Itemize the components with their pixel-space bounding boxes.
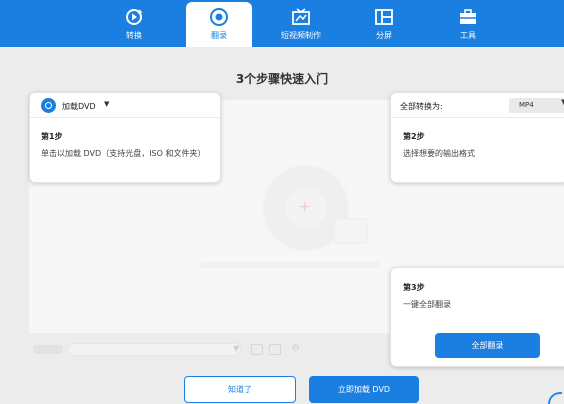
step1-desc: 单击以加载 DVD（支持光盘，ISO 和文件夹） — [41, 149, 206, 158]
tab-split-screen[interactable]: 分屏 — [351, 0, 417, 47]
folder-icon — [251, 344, 263, 355]
got-it-button[interactable]: 知道了 — [184, 376, 296, 403]
disc-box-icon — [334, 218, 368, 244]
chevron-down-icon: ▼ — [104, 100, 110, 108]
step2-tip-card: 全部转换为: MP4 ▼ 第2步 选择想要的输出格式 — [390, 92, 564, 183]
disc-icon — [41, 98, 56, 113]
step2-title: 第2步 — [403, 132, 425, 141]
step2-desc: 选择想要的输出格式 — [403, 149, 475, 158]
top-nav-bar: 转换 翻录 短视频制作 分屏 工具 — [0, 0, 564, 47]
toolbox-icon — [460, 9, 476, 24]
page-title: 3个步骤快速入门 — [235, 72, 329, 86]
tab-tools[interactable]: 工具 — [435, 0, 501, 47]
convert-icon — [126, 9, 143, 25]
rip-all-button[interactable]: 全部翻录 — [435, 333, 540, 358]
hardware-accel-icon — [269, 344, 281, 355]
output-path-field — [67, 343, 241, 356]
video-tv-icon — [292, 8, 310, 25]
format-select[interactable]: MP4 — [509, 98, 564, 113]
tab-rip[interactable]: 翻录 — [186, 2, 252, 47]
load-dvd-now-button[interactable]: 立即加载 DVD — [309, 376, 419, 403]
tab-convert[interactable]: 转换 — [101, 0, 167, 47]
step1-title: 第1步 — [41, 132, 63, 141]
step3-desc: 一键全部翻录 — [403, 300, 451, 309]
tab-short-video[interactable]: 短视频制作 — [268, 0, 334, 47]
tab-split-screen-label: 分屏 — [376, 31, 392, 40]
tab-convert-label: 转换 — [126, 31, 142, 40]
placeholder-text-line — [200, 262, 380, 268]
tab-tools-label: 工具 — [460, 31, 476, 40]
tab-short-video-label: 短视频制作 — [281, 31, 321, 40]
step3-tip-card: 第3步 一键全部翻录 全部翻录 — [390, 267, 564, 367]
convert-all-label: 全部转换为: — [400, 102, 443, 111]
chevron-down-icon: ▼ — [233, 344, 240, 353]
plus-icon: + — [299, 199, 311, 215]
convert-all-row: 全部转换为: MP4 ▼ — [391, 93, 564, 118]
load-dvd-dropdown[interactable]: 加载DVD ▼ — [30, 93, 220, 118]
split-screen-icon — [375, 9, 393, 25]
step3-title: 第3步 — [403, 283, 425, 292]
tab-rip-label: 翻录 — [211, 31, 227, 40]
bottom-toolbar: ▼ ⚙ — [29, 340, 329, 360]
load-dvd-label: 加载DVD — [62, 102, 96, 111]
step1-tip-card: 加载DVD ▼ 第1步 单击以加载 DVD（支持光盘，ISO 和文件夹） — [29, 92, 221, 183]
rip-disc-icon — [210, 8, 228, 26]
gear-icon: ⚙ — [291, 343, 300, 354]
output-label-placeholder — [33, 345, 63, 354]
